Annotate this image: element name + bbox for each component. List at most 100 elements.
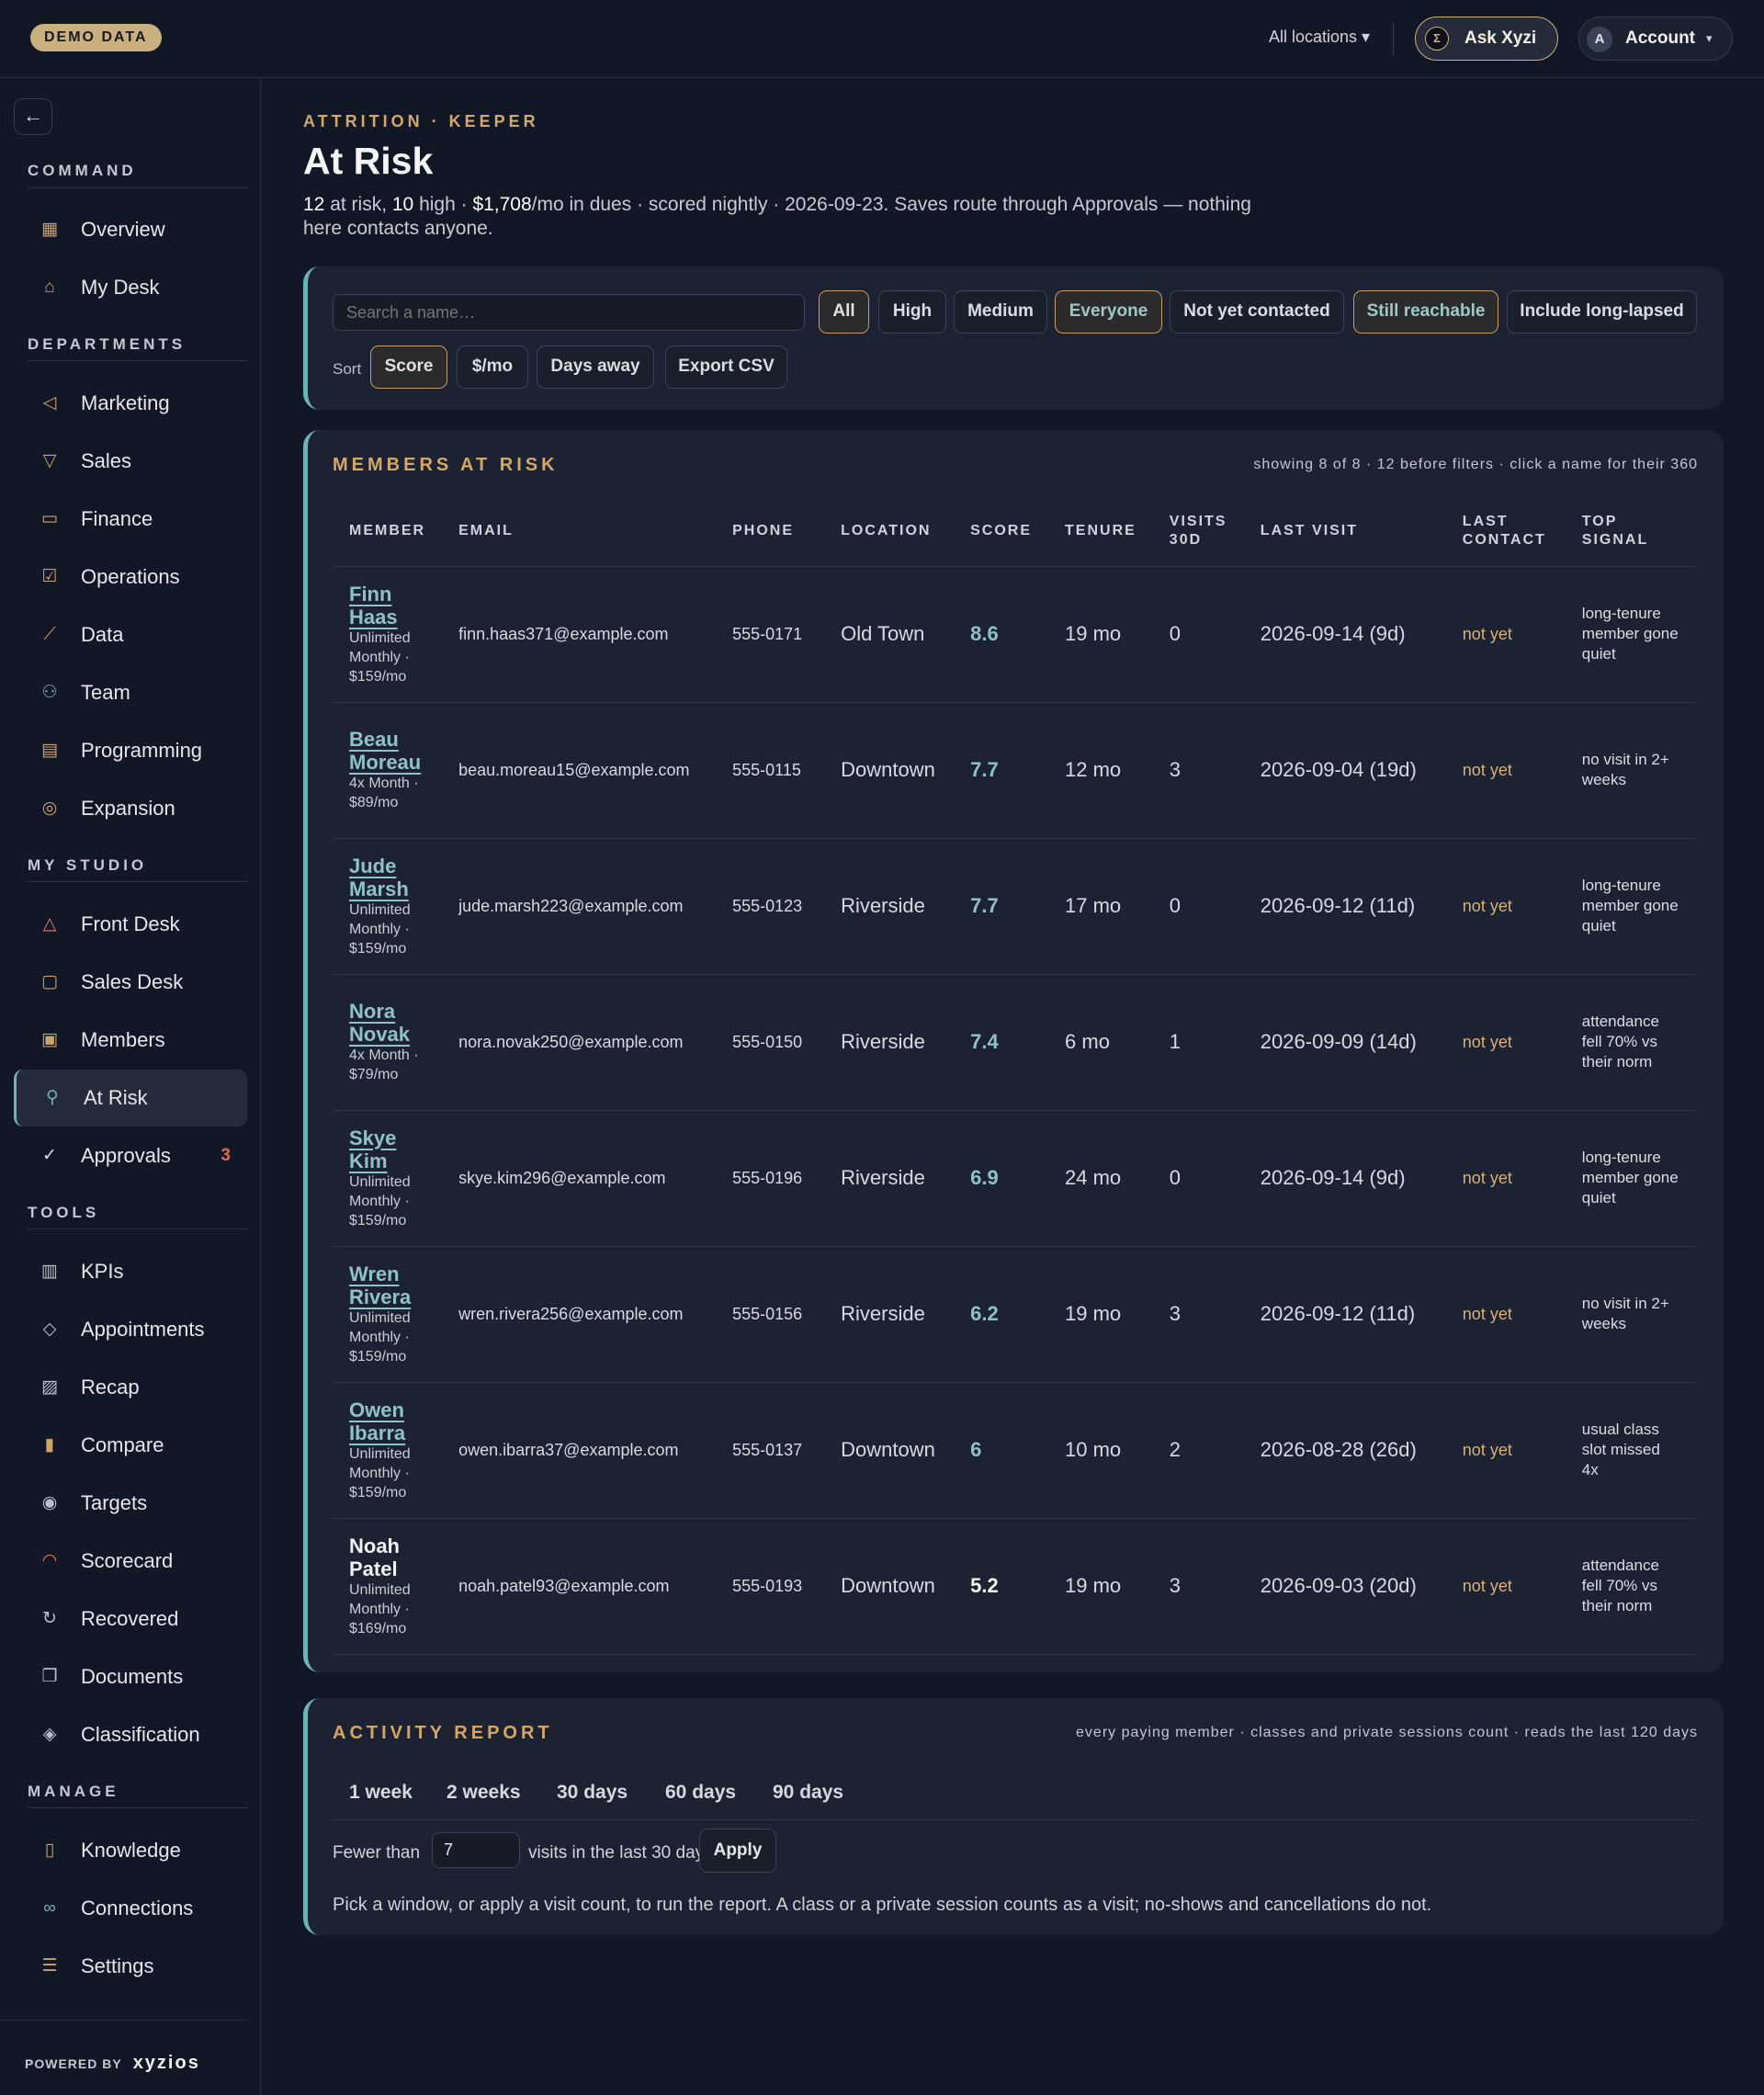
tab-1-week[interactable]: 1 week (349, 1782, 413, 1804)
sidebar-item-front-desk[interactable]: △ Front Desk (14, 896, 247, 953)
sidebar-item-recap[interactable]: ▨ Recap (14, 1359, 247, 1416)
tab-90-days[interactable]: 90 days (773, 1782, 843, 1804)
back-arrow-icon[interactable]: ← (14, 98, 52, 135)
inbox-icon: ⌂ (44, 277, 55, 297)
table-row: Beau Moreau 4x Month · $89/mo beau.moreau15… (333, 702, 1696, 839)
bar-chart-icon: ▥ (41, 1262, 58, 1281)
phone-cell: 555-0115 (716, 702, 825, 839)
member-first-name-link[interactable]: Skye (349, 1127, 425, 1149)
tab-30-days[interactable]: 30 days (557, 1782, 628, 1804)
visits-cell: 3 (1152, 1246, 1244, 1383)
member-cell: Beau Moreau 4x Month · $89/mo (333, 702, 443, 839)
filter-medium[interactable]: Medium (954, 290, 1047, 334)
member-last-name-link[interactable]: Ibarra (349, 1421, 425, 1444)
email-cell: skye.kim296@example.com (442, 1110, 717, 1247)
powered-by: POWERED BY xyzios (25, 2053, 200, 2074)
filter-high[interactable]: High (878, 290, 946, 334)
col-phone[interactable]: PHONE (716, 496, 825, 567)
col-score[interactable]: SCORE (954, 496, 1049, 567)
email-cell: jude.marsh223@example.com (442, 838, 717, 975)
sidebar-item-appointments[interactable]: ◇ Appointments (14, 1301, 247, 1358)
member-first-name-link[interactable]: Noah (349, 1534, 425, 1557)
filter-still-reachable[interactable]: Still reachable (1353, 290, 1498, 334)
sort-score[interactable]: Score (370, 345, 447, 389)
sidebar-item-label: Operations (81, 565, 180, 588)
sidebar-item-targets[interactable]: ◉ Targets (14, 1475, 247, 1532)
top-bar: DEMO DATA All locations ▾ Σ Ask Xyzi A A… (0, 0, 1764, 78)
sidebar-item-settings[interactable]: ☰ Settings (14, 1938, 247, 1995)
sidebar-item-connections[interactable]: ∞ Connections (14, 1880, 247, 1937)
member-first-name-link[interactable]: Finn (349, 583, 425, 606)
sidebar-item-data[interactable]: ⟋ Data (14, 606, 247, 663)
top-signal-cell: attendance fell 70% vs their norm (1565, 1518, 1696, 1655)
sidebar-item-finance[interactable]: ▭ Finance (14, 491, 247, 548)
tenure-cell: 6 mo (1048, 974, 1153, 1111)
member-first-name-link[interactable]: Beau (349, 728, 425, 751)
sidebar-item-marketing[interactable]: ◁ Marketing (14, 375, 247, 432)
tab-60-days[interactable]: 60 days (665, 1782, 736, 1804)
export-csv-button[interactable]: Export CSV (665, 345, 787, 389)
filter-not-yet-contacted[interactable]: Not yet contacted (1170, 290, 1344, 334)
phone-cell: 555-0156 (716, 1246, 825, 1383)
sidebar-item-my-desk[interactable]: ⌂ My Desk (14, 259, 247, 316)
member-last-name-link[interactable]: Kim (349, 1149, 425, 1172)
sidebar-item-recovered[interactable]: ↻ Recovered (14, 1591, 247, 1648)
last-contact-cell: not yet (1445, 838, 1566, 975)
col-visits-30d[interactable]: VISITS 30D (1152, 496, 1244, 567)
member-first-name-link[interactable]: Nora (349, 1000, 425, 1023)
sidebar-item-members[interactable]: ▣ Members (14, 1012, 247, 1069)
member-first-name-link[interactable]: Wren (349, 1263, 425, 1285)
sidebar-item-programming[interactable]: ▤ Programming (14, 722, 247, 779)
sort-days-away[interactable]: Days away (537, 345, 654, 389)
sidebar-item-classification[interactable]: ◈ Classification (14, 1706, 247, 1763)
visits-cell: 1 (1152, 974, 1244, 1111)
account-menu-button[interactable]: A Account ▾ (1578, 17, 1733, 61)
ask-xyzi-button[interactable]: Σ Ask Xyzi (1415, 17, 1558, 61)
sidebar-item-kpis[interactable]: ▥ KPIs (14, 1243, 247, 1300)
filter-all[interactable]: All (819, 290, 869, 334)
location-selector[interactable]: All locations ▾ (1269, 28, 1370, 47)
sidebar-item-compare[interactable]: ▮ Compare (14, 1417, 247, 1474)
member-first-name-link[interactable]: Owen (349, 1399, 425, 1421)
member-last-name-link[interactable]: Rivera (349, 1285, 425, 1308)
sidebar-item-scorecard[interactable]: ◠ Scorecard (14, 1533, 247, 1590)
member-last-name-link[interactable]: Marsh (349, 878, 425, 900)
filter-include-long-lapsed[interactable]: Include long-lapsed (1507, 290, 1697, 334)
col-top-signal[interactable]: TOP SIGNAL (1565, 496, 1696, 567)
visits-cell: 0 (1152, 566, 1244, 703)
top-signal-cell: long-tenure member gone quiet (1565, 566, 1696, 703)
table-row: Finn Haas Unlimited Monthly · $159/mo finn.… (333, 566, 1696, 703)
col-member[interactable]: MEMBER (333, 496, 443, 567)
visit-count-input[interactable]: 7 (432, 1832, 520, 1868)
apply-button[interactable]: Apply (699, 1829, 776, 1873)
col-tenure[interactable]: TENURE (1048, 496, 1153, 567)
approvals-count-badge: 3 (220, 1146, 231, 1165)
member-last-name-link[interactable]: Moreau (349, 751, 425, 774)
col-last-contact[interactable]: LAST CONTACT (1445, 496, 1566, 567)
col-last-visit[interactable]: LAST VISIT (1243, 496, 1446, 567)
score-cell: 6.9 (954, 1110, 1049, 1247)
sidebar-item-expansion[interactable]: ◎ Expansion (14, 780, 247, 837)
sidebar-item-team[interactable]: ⚇ Team (14, 664, 247, 721)
member-last-name-link[interactable]: Novak (349, 1023, 425, 1046)
sidebar-item-knowledge[interactable]: ▯ Knowledge (14, 1822, 247, 1879)
gauge-icon: ◠ (41, 1551, 58, 1570)
sort-dollars-per-month[interactable]: $/mo (457, 345, 528, 389)
sidebar-item-sales-desk[interactable]: ▢ Sales Desk (14, 954, 247, 1011)
sidebar-item-overview[interactable]: ▦ Overview (14, 201, 247, 258)
sidebar-item-at-risk[interactable]: ⚲ At Risk (14, 1070, 247, 1127)
member-plan: 4x Month · $89/mo (349, 776, 419, 810)
sidebar-item-sales[interactable]: ▽ Sales (14, 433, 247, 490)
col-location[interactable]: LOCATION (824, 496, 955, 567)
member-last-name-link[interactable]: Haas (349, 606, 425, 628)
location-cell: Riverside (824, 974, 955, 1111)
sidebar-item-operations[interactable]: ☑ Operations (14, 549, 247, 606)
tab-2-weeks[interactable]: 2 weeks (447, 1782, 521, 1804)
sidebar-item-approvals[interactable]: ✓ Approvals 3 (14, 1127, 247, 1184)
col-email[interactable]: EMAIL (442, 496, 717, 567)
member-first-name-link[interactable]: Jude (349, 855, 425, 878)
filter-everyone[interactable]: Everyone (1055, 290, 1162, 334)
member-last-name-link[interactable]: Patel (349, 1557, 425, 1580)
sidebar-item-documents[interactable]: ❐ Documents (14, 1648, 247, 1705)
search-input[interactable] (333, 294, 805, 331)
